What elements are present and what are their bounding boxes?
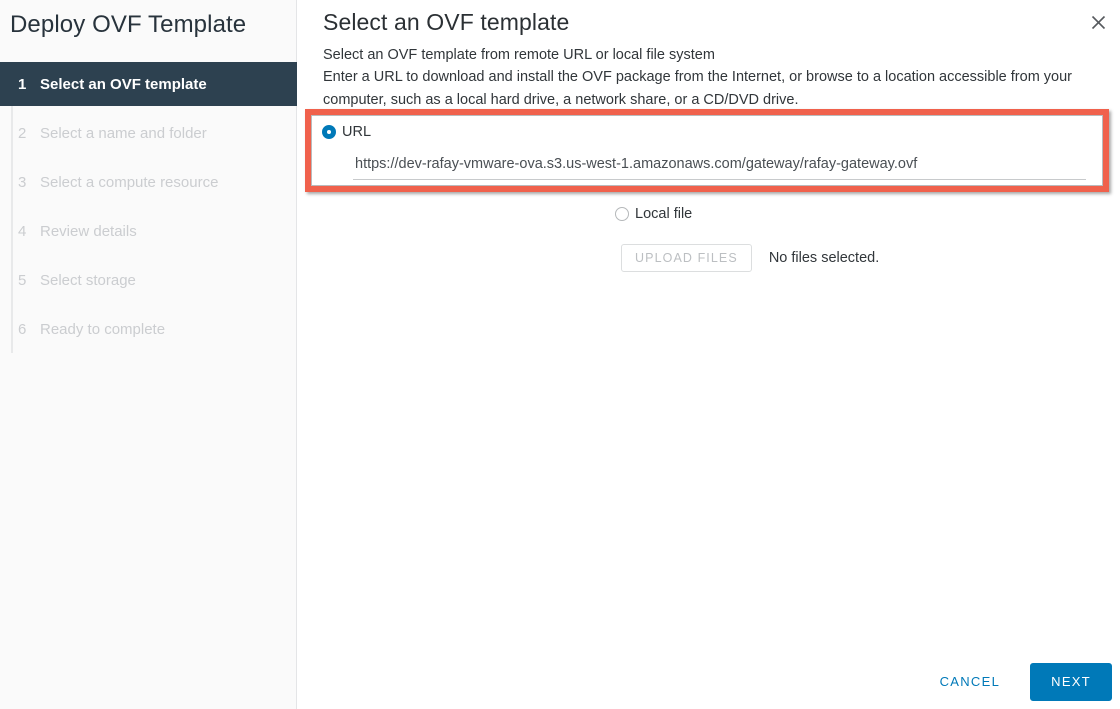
url-section-highlight: URL [305, 109, 1109, 192]
upload-row: UPLOAD FILES No files selected. [621, 244, 879, 272]
sidebar-step-4[interactable]: 4 Review details [0, 209, 297, 253]
sidebar-step-number: 1 [18, 75, 27, 93]
url-section-panel: URL [311, 115, 1103, 186]
sidebar-step-6[interactable]: 6 Ready to complete [0, 307, 297, 351]
wizard-step-list: 1 Select an OVF template 2 Select a name an… [0, 62, 297, 356]
wizard-sidebar: Deploy OVF Template 1 Select an OVF templ… [0, 0, 297, 709]
radio-local-file[interactable]: Local file [615, 206, 692, 222]
deploy-ovf-wizard: Deploy OVF Template 1 Select an OVF templ… [0, 0, 1120, 709]
sidebar-step-2[interactable]: 2 Select a name and folder [0, 111, 297, 155]
no-files-selected-text: No files selected. [768, 250, 880, 266]
url-input-wrapper [353, 154, 1086, 180]
radio-url-indicator[interactable] [322, 125, 336, 139]
sidebar-step-1[interactable]: 1 Select an OVF template [0, 62, 297, 106]
sidebar-step-number: 4 [18, 222, 27, 240]
sidebar-step-label: Select a compute resource [40, 173, 219, 191]
sidebar-step-5[interactable]: 5 Select storage [0, 258, 297, 302]
close-icon[interactable] [1084, 8, 1112, 36]
page-heading: Select an OVF template [323, 9, 570, 35]
upload-files-button[interactable]: UPLOAD FILES [621, 244, 752, 272]
sidebar-step-number: 6 [18, 320, 27, 338]
sidebar-step-label: Ready to complete [40, 320, 166, 338]
sidebar-step-label: Select storage [40, 271, 136, 289]
sidebar-step-number: 3 [18, 173, 27, 191]
next-button[interactable]: NEXT [1030, 663, 1112, 701]
wizard-footer: CANCEL NEXT [924, 663, 1112, 701]
radio-url[interactable]: URL [322, 124, 371, 140]
page-description: Enter a URL to download and install the … [323, 69, 1073, 108]
sidebar-step-number: 5 [18, 271, 27, 289]
page-subtitle: Select an OVF template from remote URL o… [323, 47, 715, 63]
wizard-main-panel: Select an OVF template Select an OVF tem… [297, 0, 1120, 709]
page-title: Deploy OVF Template [10, 11, 247, 38]
sidebar-step-label: Select a name and folder [40, 124, 207, 142]
sidebar-step-number: 2 [18, 124, 27, 142]
sidebar-step-label: Review details [40, 222, 137, 240]
sidebar-step-3[interactable]: 3 Select a compute resource [0, 160, 297, 204]
url-input[interactable] [353, 154, 1086, 180]
radio-local-file-label: Local file [635, 206, 693, 222]
cancel-button[interactable]: CANCEL [924, 665, 1017, 699]
radio-url-label: URL [342, 124, 372, 140]
sidebar-step-label: Select an OVF template [40, 75, 207, 93]
radio-local-file-indicator[interactable] [615, 207, 629, 221]
